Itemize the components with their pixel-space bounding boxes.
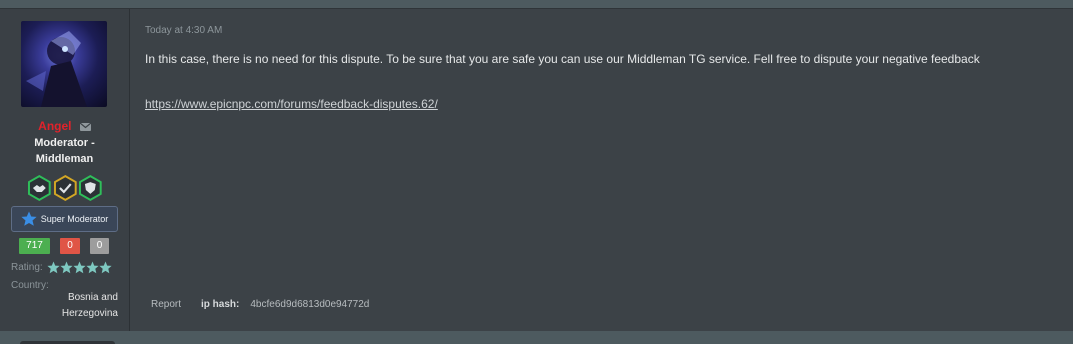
rating-stars — [47, 261, 112, 274]
shield-icon[interactable] — [78, 175, 103, 201]
page-background-strip — [0, 331, 1073, 344]
user-title-line1: Moderator - — [34, 137, 95, 149]
country-line2: Herzegovina — [61, 308, 118, 319]
star-icon — [60, 261, 73, 274]
positive-feedback-count[interactable]: 717 — [19, 238, 50, 254]
negative-feedback-count[interactable]: 0 — [60, 238, 80, 254]
handshake-icon[interactable] — [27, 175, 52, 201]
checkmark-icon[interactable] — [53, 175, 78, 201]
country-value: Bosnia and Herzegovina — [18, 290, 118, 322]
staff-banner-label: Super Moderator — [40, 214, 109, 224]
staff-banner: Super Moderator — [11, 206, 118, 232]
star-icon — [47, 261, 60, 274]
ip-hash-label: ip hash: — [201, 299, 240, 310]
post-timestamp[interactable]: Today at 4:30 AM — [145, 25, 222, 36]
star-icon — [99, 261, 112, 274]
feedback-counts: 717 0 0 — [0, 238, 129, 254]
username[interactable]: Angel — [38, 119, 71, 133]
ip-hash-value: 4bcfe6d9d6813d0e94772d — [250, 299, 370, 310]
user-title: Moderator - Middleman — [0, 135, 129, 167]
post-link[interactable]: https://www.epicnpc.com/forums/feedback-… — [145, 97, 438, 111]
post-message: In this case, there is no need for this … — [145, 52, 980, 66]
mail-icon[interactable] — [79, 120, 92, 134]
star-icon — [21, 211, 37, 226]
post-container: Angel Moderator - Middleman Super Modera… — [0, 8, 1073, 331]
country-line1: Bosnia and — [67, 292, 118, 303]
username-row: Angel — [0, 119, 129, 134]
rating-label: Rating: — [11, 262, 43, 273]
user-badges — [27, 175, 103, 201]
avatar[interactable] — [21, 21, 107, 107]
star-icon — [86, 261, 99, 274]
report-link[interactable]: Report — [151, 299, 181, 310]
rating-row: Rating: — [11, 261, 112, 274]
user-sidebar: Angel Moderator - Middleman Super Modera… — [0, 9, 130, 331]
post-footer: Report ip hash: 4bcfe6d9d6813d0e94772d — [151, 299, 369, 310]
user-title-line2: Middleman — [35, 153, 94, 165]
star-icon — [73, 261, 86, 274]
neutral-feedback-count[interactable]: 0 — [90, 238, 109, 254]
